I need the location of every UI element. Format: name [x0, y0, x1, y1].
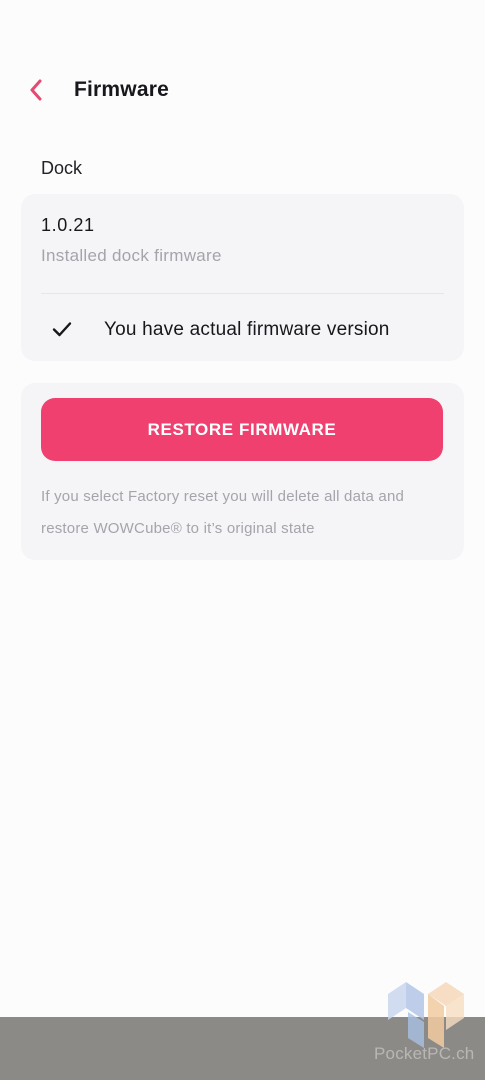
firmware-version: 1.0.21 [41, 215, 95, 235]
firmware-version-caption: Installed dock firmware [41, 246, 222, 265]
page-title: Firmware [74, 78, 169, 101]
restore-firmware-card: RESTORE FIRMWARE If you select Factory r… [21, 383, 464, 560]
card-divider [41, 293, 444, 294]
checkmark-icon [52, 322, 72, 337]
watermark-text: PocketPC.ch [374, 1044, 475, 1063]
top-app-bar: Firmware [0, 62, 485, 118]
section-label-dock: Dock [41, 158, 83, 178]
chevron-left-icon [30, 79, 42, 101]
firmware-status-text: You have actual firmware version [104, 319, 390, 340]
dock-firmware-card: 1.0.21 Installed dock firmware You have … [21, 194, 464, 361]
restore-firmware-button[interactable]: RESTORE FIRMWARE [41, 398, 443, 461]
back-button[interactable] [22, 76, 50, 104]
restore-warning-text: If you select Factory reset you will del… [41, 488, 405, 537]
firmware-status-row: You have actual firmware version [21, 314, 464, 346]
